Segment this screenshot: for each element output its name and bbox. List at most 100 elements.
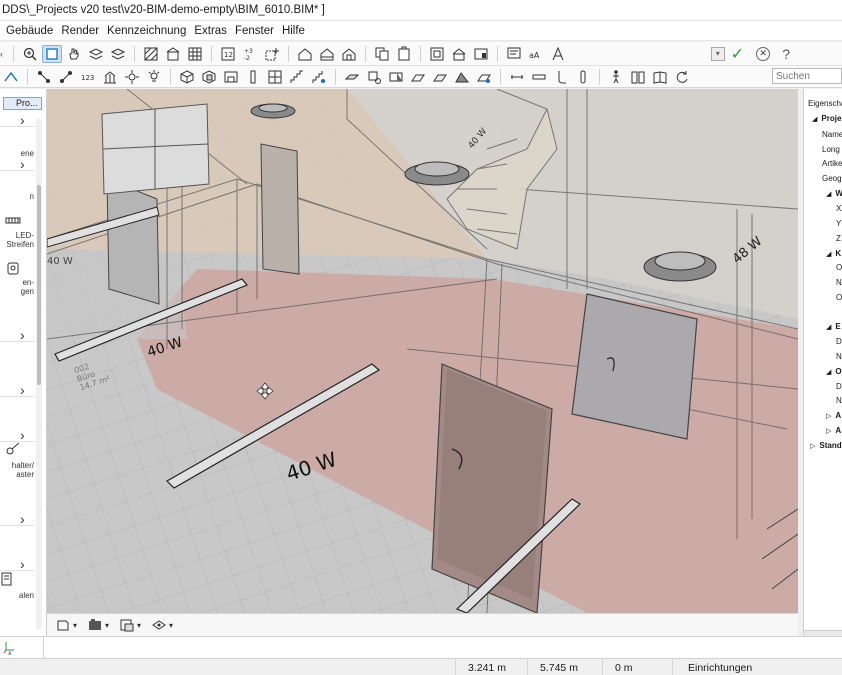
menu-hilfe[interactable]: Hilfe (278, 25, 309, 37)
view-2d-icon[interactable] (427, 45, 447, 63)
text-icon[interactable] (548, 45, 568, 63)
catalog-group-row[interactable]: › (0, 157, 35, 171)
text-box-icon[interactable] (504, 45, 524, 63)
book-open-icon[interactable] (650, 68, 670, 86)
property-row[interactable]: N (836, 278, 842, 287)
book-icon[interactable] (628, 68, 648, 86)
cube-cut-icon[interactable] (199, 68, 219, 86)
beam-icon[interactable] (507, 68, 527, 86)
catalog-scrollbar-thumb[interactable] (37, 185, 41, 385)
property-row[interactable]: Name (822, 130, 842, 139)
gable-icon[interactable] (408, 68, 428, 86)
catalog-group-row[interactable]: › (0, 328, 35, 342)
light-icon[interactable] (144, 68, 164, 86)
add-point-icon[interactable] (262, 45, 282, 63)
help-icon[interactable]: ? (782, 46, 790, 62)
property-row[interactable]: N (836, 352, 842, 361)
house-roof-icon[interactable] (339, 45, 359, 63)
axis-icon[interactable]: x (2, 640, 18, 656)
column-icon[interactable] (243, 68, 263, 86)
catalog-group-row[interactable]: › (0, 557, 35, 571)
numbering-icon[interactable]: 123 (78, 68, 98, 86)
select-box-icon[interactable] (42, 44, 62, 63)
property-row[interactable]: Z (836, 234, 841, 243)
led-strip-icon[interactable] (5, 213, 21, 227)
visibility-button[interactable]: ▾ (151, 618, 173, 632)
render-mode-button[interactable]: ▾ (87, 618, 109, 632)
cube-icon[interactable] (177, 68, 197, 86)
search-input[interactable] (772, 68, 842, 84)
sun-icon[interactable] (122, 68, 142, 86)
view-window-icon[interactable] (471, 45, 491, 63)
paste-icon[interactable] (394, 45, 414, 63)
dimension-icon[interactable]: 12 (218, 45, 238, 63)
switch-icon[interactable] (5, 441, 21, 455)
property-group[interactable]: ◢Projekt (812, 114, 842, 123)
hatch-icon[interactable] (141, 45, 161, 63)
building-tool-icon[interactable] (100, 68, 120, 86)
property-group[interactable]: ▷ A (826, 411, 841, 420)
rotate-icon[interactable] (672, 68, 692, 86)
network-icon[interactable] (34, 68, 54, 86)
property-row[interactable]: Long n (822, 145, 842, 154)
text-size-icon[interactable]: aA (526, 45, 546, 63)
panel-icon[interactable] (0, 572, 16, 586)
menu-fenster[interactable]: Fenster (231, 25, 278, 37)
property-row[interactable]: O (836, 263, 842, 272)
building-icon[interactable] (163, 45, 183, 63)
opening-icon[interactable] (364, 68, 384, 86)
property-row[interactable]: O (836, 293, 842, 302)
layer-icon[interactable] (86, 45, 106, 63)
hook-icon[interactable] (551, 68, 571, 86)
menu-render[interactable]: Render (57, 25, 103, 37)
property-row[interactable]: Y (836, 219, 841, 228)
property-row[interactable]: Geogr (822, 174, 842, 183)
pipe-icon[interactable] (529, 68, 549, 86)
window-tool-icon[interactable] (265, 68, 285, 86)
catalog-group-row[interactable]: › (0, 512, 35, 526)
slab-icon[interactable] (342, 68, 362, 86)
person-icon[interactable] (606, 68, 626, 86)
hand-pan-icon[interactable] (64, 45, 84, 63)
property-group[interactable]: ◢ O (826, 367, 842, 376)
property-group[interactable]: ◢W (826, 189, 842, 198)
zoom-icon[interactable] (20, 45, 40, 63)
room-icon[interactable] (221, 68, 241, 86)
catalog-group-row[interactable]: › (0, 383, 35, 397)
property-group[interactable]: ◢ E (826, 322, 841, 331)
roof-tool-icon[interactable] (1, 68, 21, 86)
toolbar-overflow-icon[interactable]: ‹ (0, 49, 8, 59)
pillar-icon[interactable] (573, 68, 593, 86)
property-row[interactable]: X (836, 204, 841, 213)
network-edit-icon[interactable] (56, 68, 76, 86)
house-floor-icon[interactable] (317, 45, 337, 63)
view-mode-button[interactable]: ▾ (55, 618, 77, 632)
view-elevation-icon[interactable] (449, 45, 469, 63)
stair-icon[interactable] (287, 68, 307, 86)
roof-window-icon[interactable] (386, 68, 406, 86)
grid-icon[interactable] (185, 45, 205, 63)
cancel-icon[interactable]: ✕ (756, 46, 771, 61)
select-element-icon[interactable] (474, 68, 494, 86)
terrain-icon[interactable] (452, 68, 472, 86)
property-row[interactable]: D (836, 337, 842, 346)
house-icon[interactable] (295, 45, 315, 63)
property-group[interactable]: ▷Standa (810, 441, 842, 450)
property-group[interactable]: ▷ A (826, 426, 841, 435)
skylight-icon[interactable] (430, 68, 450, 86)
socket-icon[interactable] (5, 261, 21, 275)
property-row[interactable]: Artikel (822, 159, 842, 168)
menu-gebaeude[interactable]: Gebäude (2, 25, 57, 37)
layer-edit-icon[interactable] (108, 45, 128, 63)
dropdown-toggle-icon[interactable]: ▾ (710, 46, 725, 61)
property-row[interactable]: D (836, 382, 842, 391)
section-button[interactable]: ▾ (119, 618, 141, 632)
stair-edit-icon[interactable] (309, 68, 329, 86)
menu-kennzeichnung[interactable]: Kennzeichnung (103, 25, 190, 37)
confirm-check-icon[interactable]: ✓ (731, 44, 744, 64)
copy-icon[interactable] (372, 45, 392, 63)
menu-extras[interactable]: Extras (190, 25, 231, 37)
property-row[interactable]: N (836, 396, 842, 405)
property-group[interactable]: ◢ K (826, 249, 841, 258)
3d-viewport[interactable]: 40 W 40 W 48 W 40 W 40 W 002 Büro 14.7 m… (47, 89, 798, 613)
